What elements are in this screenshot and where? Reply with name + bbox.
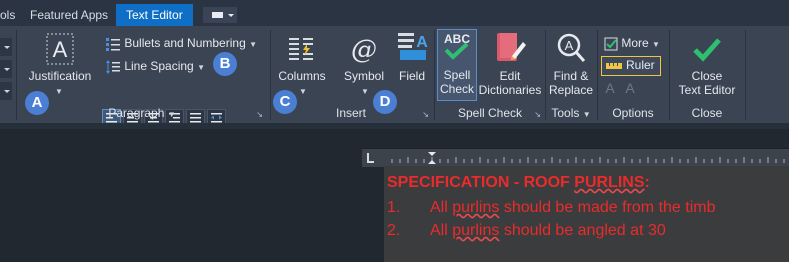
panel-options: More ▼ Ruler A A Options [598, 26, 668, 123]
ruler-icon [606, 63, 622, 69]
symbol-caret[interactable]: ▼ [361, 81, 369, 99]
text-case-icons: A A [604, 80, 644, 101]
panel-close: Close Text Editor Close [670, 26, 744, 123]
edit-dictionaries-button[interactable] [493, 30, 527, 64]
tab-featured-apps[interactable]: Featured Apps [30, 5, 108, 26]
svg-text:@: @ [351, 35, 377, 65]
chevron-down-icon: ▼ [652, 40, 660, 49]
find-replace-button[interactable]: A [554, 32, 588, 66]
panel-paragraph: A Justification ▼ Bullets and Numbering … [17, 26, 269, 127]
justification-icon: A [46, 33, 74, 65]
checkmark-icon [693, 38, 721, 62]
mtext-editor-box[interactable]: SPECIFICATION - ROOF PURLINS: 1. All purl… [384, 166, 789, 262]
spec-heading[interactable]: SPECIFICATION - ROOF PURLINS: [387, 173, 650, 193]
spec-line-1[interactable]: 1. All purlins should be made from the ti… [387, 198, 715, 218]
close-text-editor-label-2[interactable]: Text Editor [670, 83, 744, 97]
partial-dropdown-2[interactable] [0, 60, 12, 78]
magnifier-icon: A [557, 33, 586, 62]
close-text-editor-button[interactable] [690, 32, 724, 66]
annotation-badge-b: B [213, 52, 237, 76]
tab-overflow-icon [212, 12, 234, 18]
chevron-down-icon [4, 90, 10, 93]
panel-partial-left [0, 26, 16, 123]
checkbox-icon [604, 37, 618, 51]
columns-caret[interactable]: ▼ [299, 81, 307, 99]
spell-check-icon: ABC [444, 32, 470, 60]
field-label[interactable]: Field [391, 69, 433, 83]
uppercase-lowercase-icon[interactable]: A A [604, 80, 644, 96]
annotation-badge-a: A [25, 91, 49, 115]
panel-spell-check: ABC Spell Check Edit Dictionaries Spell … [435, 26, 544, 123]
line-spacing-button[interactable]: Line Spacing ▼ [105, 57, 205, 75]
close-text-editor-label-1[interactable]: Close [670, 69, 744, 83]
justification-button[interactable]: A [45, 32, 75, 66]
ruler-toggle[interactable]: Ruler [601, 56, 661, 76]
partial-dropdown-3[interactable] [0, 82, 12, 100]
line-spacing-label: Line Spacing [124, 59, 194, 73]
bullets-numbering-button[interactable]: Bullets and Numbering ▼ [105, 34, 257, 52]
panel-label-tools[interactable]: Tools ▼ [546, 105, 596, 121]
svg-text:A: A [605, 80, 615, 96]
panel-label-paragraph[interactable]: Paragraph ▼ [87, 105, 197, 121]
bullets-numbering-label: Bullets and Numbering [124, 36, 246, 50]
misspelled-word: purlins [452, 199, 500, 216]
columns-icon [289, 38, 313, 60]
partial-dropdown-1[interactable] [0, 38, 12, 56]
misspelled-word: PURLINS [574, 174, 645, 191]
text-ruler[interactable] [362, 148, 789, 167]
panel-launcher-icon[interactable]: ↘ [422, 110, 429, 119]
spell-check-label-2: Check [439, 82, 474, 96]
panel-label-options: Options [612, 106, 654, 120]
spell-check-label-1: Spell [443, 68, 471, 82]
chevron-down-icon: ▼ [197, 63, 205, 72]
chevron-down-icon [4, 46, 10, 49]
misspelled-word: purlins [452, 222, 500, 239]
panel-label-spell-check: Spell Check [457, 106, 523, 120]
tab-overflow-dropdown[interactable] [203, 7, 237, 23]
at-symbol-icon: @ [351, 35, 377, 65]
spell-check-button[interactable]: ABC Spell Check [437, 29, 477, 101]
panel-tools: A Find & Replace Tools ▼ [546, 26, 596, 123]
ribbon-tab-bar: ols Featured Apps Text Editor [0, 0, 789, 26]
panel-insert: Columns ▼ @ Symbol ▼ A Field Insert ↘ [271, 26, 433, 123]
chevron-down-icon [4, 68, 10, 71]
line-spacing-icon [106, 59, 120, 74]
dictionary-icon [497, 33, 526, 61]
ruler-label: Ruler [626, 58, 655, 72]
tab-text-editor[interactable]: Text Editor [116, 4, 193, 26]
svg-text:A: A [416, 34, 428, 51]
ribbon: A Justification ▼ Bullets and Numbering … [0, 26, 789, 127]
annotation-badge-c: C [273, 90, 297, 114]
field-button[interactable]: A [396, 30, 430, 64]
justification-caret[interactable]: ▼ [55, 81, 63, 99]
svg-text:A: A [565, 38, 574, 53]
spec-line-2[interactable]: 2. All purlins should be angled at 30 [387, 221, 666, 241]
bullets-icon [106, 37, 120, 51]
find-replace-label-2[interactable]: Replace [546, 83, 596, 97]
find-replace-label-1[interactable]: Find & [546, 69, 596, 83]
panel-launcher-icon[interactable]: ↘ [256, 110, 263, 119]
chevron-down-icon: ▼ [249, 40, 258, 49]
more-label: More [621, 36, 649, 50]
panel-launcher-icon[interactable]: ↘ [534, 110, 541, 119]
edit-dictionaries-label-2[interactable]: Dictionaries [475, 83, 545, 97]
annotation-badge-d: D [373, 90, 397, 114]
svg-text:A: A [625, 80, 635, 96]
symbol-button[interactable]: @ [347, 32, 381, 66]
tab-tools[interactable]: ols [0, 5, 15, 26]
panel-separator [745, 30, 746, 120]
columns-button[interactable] [285, 32, 319, 66]
field-icon: A [398, 33, 428, 60]
ruler-ticks [367, 152, 785, 164]
svg-text:A: A [53, 37, 68, 62]
panel-label-close: Close [691, 106, 723, 120]
edit-dictionaries-label-1[interactable]: Edit [475, 69, 545, 83]
more-options-button[interactable]: More ▼ [604, 34, 660, 52]
